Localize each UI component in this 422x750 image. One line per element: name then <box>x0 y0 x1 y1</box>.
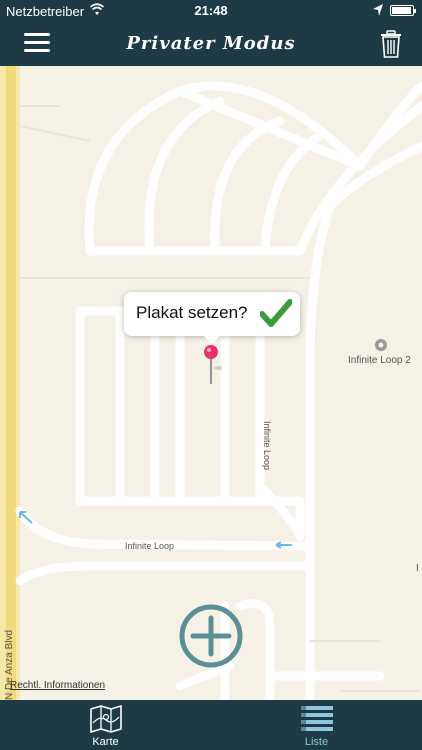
checkmark-icon[interactable] <box>260 298 292 328</box>
place-poster-callout: Plakat setzen? <box>124 292 300 344</box>
list-icon <box>301 706 333 731</box>
map-view[interactable]: Infinite Loop 2 Infinite Loop Infinite L… <box>0 66 422 700</box>
battery-icon <box>390 5 416 16</box>
tab-karte[interactable]: Karte <box>0 700 211 750</box>
street-label-infinite-loop-horizontal: Infinite Loop <box>125 541 175 551</box>
legal-info-link[interactable]: Rechtl. Informationen <box>10 680 105 691</box>
map-icon <box>90 705 122 733</box>
status-time: 21:48 <box>194 3 228 18</box>
tab-karte-label: Karte <box>92 736 119 748</box>
poi-label-infinite-loop-2: Infinite Loop 2 <box>348 355 411 366</box>
page-title: Privater Modus <box>126 33 296 54</box>
tab-liste[interactable]: Liste <box>211 700 422 750</box>
street-label-infinite-loop-vertical: Infinite Loop <box>262 421 272 471</box>
tab-liste-label: Liste <box>304 736 329 748</box>
location-arrow-icon <box>373 4 383 16</box>
street-label-edge: I <box>416 563 419 574</box>
status-bar: Netzbetreiber 21:48 <box>0 0 422 22</box>
callout-text: Plakat setzen? <box>136 303 248 322</box>
trash-icon[interactable] <box>380 30 402 58</box>
tab-bar: Karte Liste <box>0 700 422 750</box>
plus-circle-icon[interactable] <box>178 603 244 669</box>
navigation-bar: Privater Modus <box>0 22 422 66</box>
map-pin-icon[interactable] <box>202 344 222 386</box>
